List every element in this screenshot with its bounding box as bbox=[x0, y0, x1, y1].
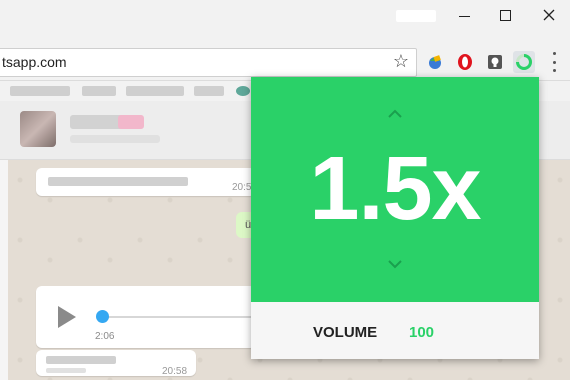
extension-globe-icon[interactable] bbox=[424, 51, 446, 73]
message-bubble: 20:5 bbox=[36, 168, 256, 196]
play-icon[interactable] bbox=[58, 306, 76, 328]
playback-speed: 1.5x bbox=[309, 139, 481, 239]
volume-value[interactable]: 100 bbox=[409, 324, 434, 341]
audio-progress-knob[interactable] bbox=[96, 310, 109, 323]
message-text-blurred bbox=[46, 368, 86, 373]
close-icon[interactable] bbox=[532, 4, 566, 26]
message-time: 20:58 bbox=[162, 366, 188, 377]
volume-panel: VOLUME 100 bbox=[251, 302, 539, 359]
maximize-icon[interactable] bbox=[488, 4, 522, 26]
minimize-icon[interactable] bbox=[447, 4, 481, 26]
bookmark-item[interactable] bbox=[82, 86, 116, 96]
sidebar-edge bbox=[0, 160, 8, 380]
title-bar bbox=[0, 0, 570, 44]
star-icon[interactable]: ☆ bbox=[393, 51, 409, 72]
menu-dots-icon[interactable] bbox=[547, 52, 561, 72]
chevron-up-icon[interactable] bbox=[383, 107, 407, 121]
window-title-blurred bbox=[396, 10, 436, 22]
contact-name-blurred bbox=[118, 115, 144, 129]
speed-popup: 1.5x VOLUME 100 bbox=[251, 77, 539, 359]
chevron-down-icon[interactable] bbox=[383, 257, 407, 271]
message-bubble: 20:58 bbox=[36, 350, 196, 377]
audio-progress-track[interactable] bbox=[102, 316, 252, 318]
speed-panel: 1.5x bbox=[251, 77, 539, 302]
address-bar[interactable]: tsapp.com ☆ bbox=[0, 48, 417, 77]
message-text-blurred bbox=[48, 177, 188, 186]
url-text[interactable]: tsapp.com bbox=[2, 54, 67, 70]
message-time: 20:5 bbox=[232, 182, 252, 193]
bookmark-item[interactable] bbox=[10, 86, 70, 96]
volume-label: VOLUME bbox=[313, 324, 378, 341]
audio-duration: 2:06 bbox=[95, 331, 115, 342]
contact-status-blurred bbox=[70, 135, 160, 143]
avatar[interactable] bbox=[20, 111, 56, 147]
audio-message: 2:06 bbox=[36, 286, 256, 348]
speed-extension-icon[interactable] bbox=[513, 51, 535, 73]
opera-icon[interactable] bbox=[454, 51, 476, 73]
bookmark-item[interactable] bbox=[126, 86, 184, 96]
browser-toolbar: tsapp.com ☆ bbox=[0, 44, 570, 81]
bookmark-item[interactable] bbox=[194, 86, 224, 96]
bookmark-item[interactable] bbox=[236, 86, 250, 96]
message-text-blurred bbox=[46, 356, 116, 364]
lightbulb-icon[interactable] bbox=[484, 51, 506, 73]
